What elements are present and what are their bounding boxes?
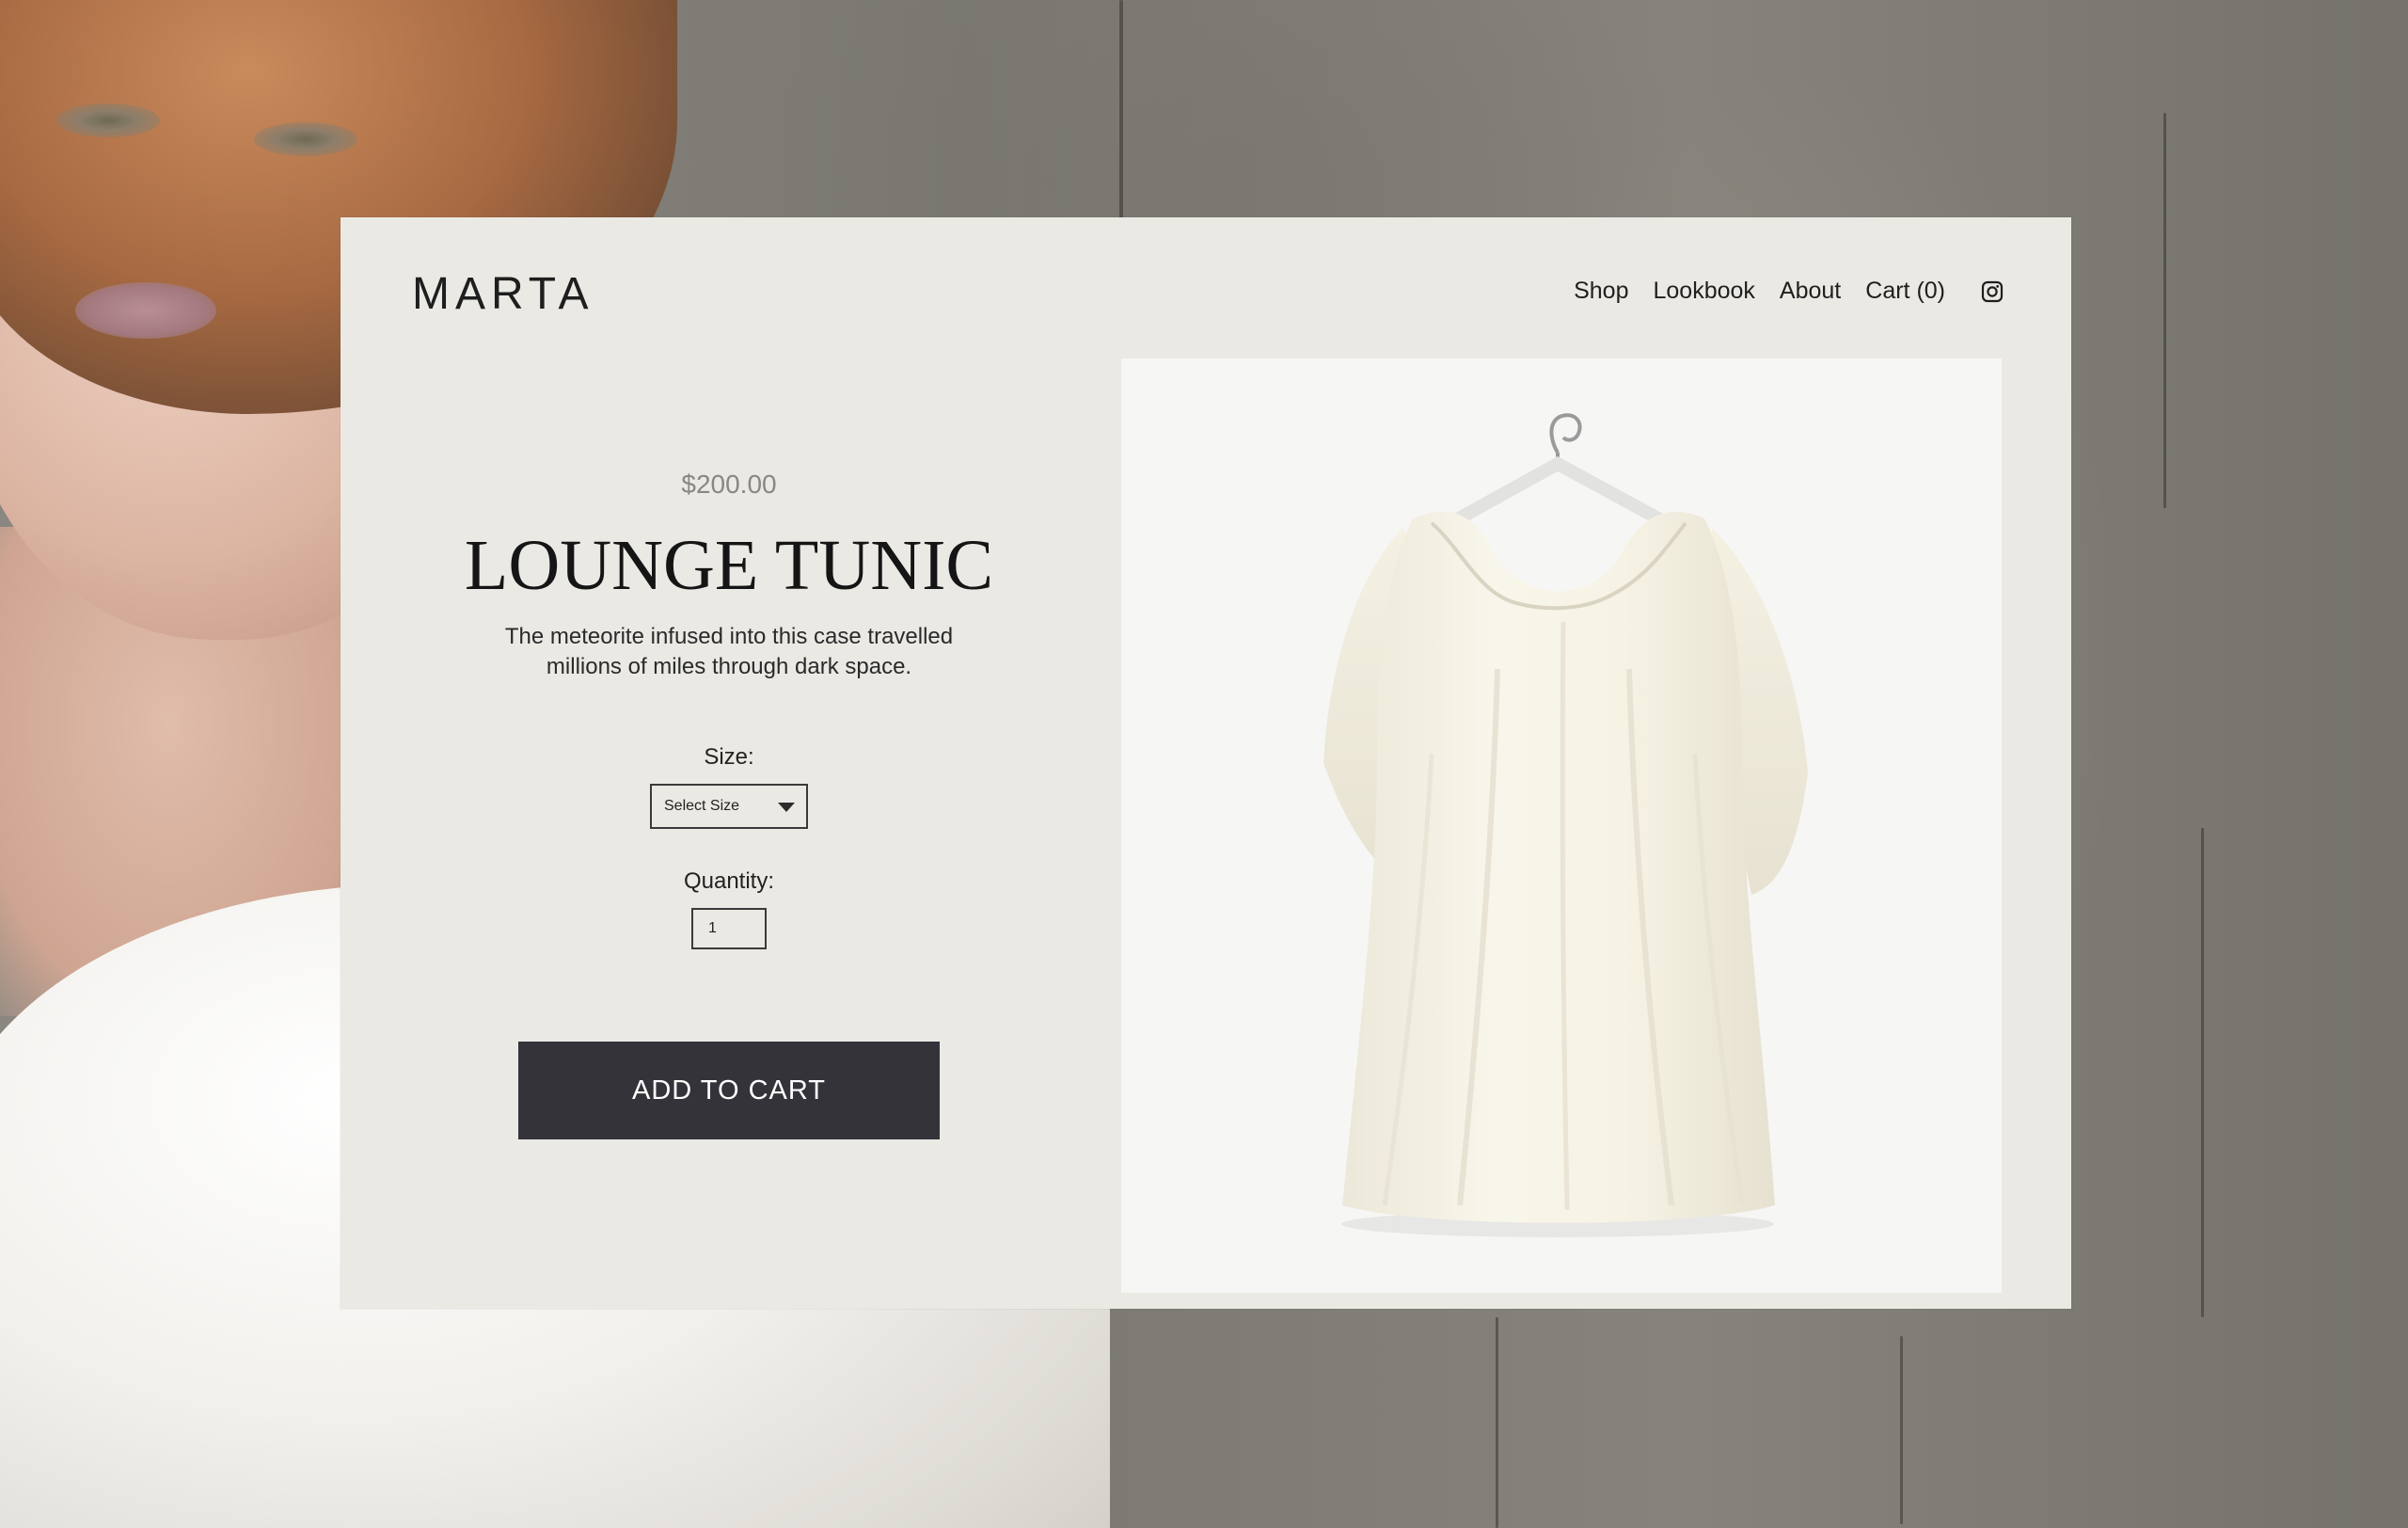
nav-lookbook[interactable]: Lookbook (1653, 279, 1754, 303)
wall-crack (2201, 828, 2204, 1317)
caret-down-icon (778, 803, 795, 812)
wall-crack (1496, 1317, 1498, 1528)
product-price: $200.00 (681, 470, 777, 499)
model-eye (56, 103, 160, 137)
tunic-image (1323, 413, 1808, 1237)
product-info: $200.00 LOUNGE TUNIC The meteorite infus… (341, 471, 1117, 1139)
quantity-input[interactable]: 1 (691, 908, 767, 949)
site-header: MARTA Shop Lookbook About Cart (0) (341, 217, 2071, 358)
wall-crack (1900, 1336, 1903, 1524)
wall-crack (1119, 0, 1123, 226)
nav-shop[interactable]: Shop (1574, 279, 1628, 303)
size-label: Size: (704, 744, 754, 770)
wall-crack (2163, 113, 2166, 508)
product-description: The meteorite infused into this case tra… (504, 624, 954, 679)
model-lips (75, 282, 216, 339)
add-to-cart-button[interactable]: ADD TO CART (518, 1042, 940, 1139)
product-page-card: MARTA Shop Lookbook About Cart (0) $200.… (341, 217, 2071, 1309)
product-photo (1121, 358, 2002, 1293)
main-nav: Shop Lookbook About Cart (0) (1574, 279, 2004, 303)
quantity-value: 1 (708, 920, 717, 936)
model-eye (254, 122, 357, 156)
instagram-icon[interactable] (1981, 280, 2004, 303)
size-select-value: Select Size (664, 798, 740, 814)
quantity-label: Quantity: (683, 868, 775, 894)
nav-cart[interactable]: Cart (0) (1865, 279, 1945, 303)
nav-about[interactable]: About (1780, 279, 1841, 303)
brand-logo[interactable]: MARTA (412, 272, 594, 317)
product-title: LOUNGE TUNIC (464, 526, 994, 605)
size-select[interactable]: Select Size (650, 784, 808, 829)
